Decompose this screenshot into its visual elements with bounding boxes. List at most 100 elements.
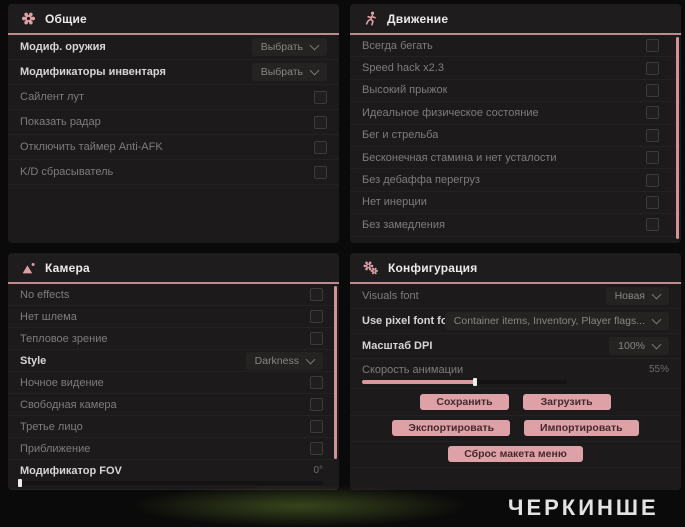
setting-label: Сайлент лут — [20, 91, 84, 103]
panel-config-rows: Visuals font Новая Use pixel font for Conta… — [350, 284, 681, 389]
setting-label: Модификаторы инвентаря — [20, 66, 166, 78]
setting-label: Бесконечная стамина и нет усталости — [362, 151, 557, 164]
checkbox[interactable] — [314, 90, 327, 104]
panel-movement-header: Движение — [350, 4, 681, 35]
action-button[interactable]: Импортировать — [524, 420, 639, 436]
setting-row-dropdown: Style Darkness — [8, 350, 339, 372]
dropdown[interactable]: Container items, Inventory, Player flags… — [444, 312, 669, 330]
setting-row-checkbox: Ночное видение — [8, 372, 339, 394]
dropdown[interactable]: Выбрать — [251, 38, 327, 56]
dropdown[interactable]: Выбрать — [251, 63, 327, 81]
panel-camera-rows: No effects Нет шлема Тепловое зрение Style D… — [8, 284, 339, 490]
runner-icon — [363, 11, 378, 26]
checkbox[interactable] — [646, 195, 659, 209]
chevron-down-icon — [651, 289, 662, 300]
panel-general-header: Общие — [8, 4, 339, 35]
setting-label: Третье лицо — [20, 420, 83, 433]
checkbox[interactable] — [646, 218, 659, 232]
setting-label: Нет инерции — [362, 196, 427, 209]
setting-row-slider: Скорость анимации 55% — [350, 359, 681, 389]
checkbox[interactable] — [310, 310, 323, 323]
checkbox[interactable] — [310, 376, 323, 389]
checkbox[interactable] — [310, 398, 323, 411]
setting-row-checkbox: Приближение — [8, 438, 339, 460]
checkbox[interactable] — [646, 106, 659, 120]
setting-row-checkbox: Нет инерции — [350, 192, 681, 215]
game-background-glow — [130, 485, 470, 527]
chevron-down-icon — [309, 65, 320, 76]
dropdown-value: Новая — [614, 290, 645, 302]
setting-label: Приближение — [20, 442, 91, 455]
setting-label: No effects — [20, 288, 70, 301]
slider-row-top: Скорость анимации 55% — [362, 364, 669, 376]
checkbox[interactable] — [314, 140, 327, 154]
setting-label: Высокий прыжок — [362, 84, 448, 97]
checkbox[interactable] — [314, 165, 327, 179]
dropdown[interactable]: Darkness — [245, 351, 323, 370]
dropdown-value: Выбрать — [260, 66, 303, 78]
chevron-down-icon — [305, 354, 316, 364]
slider-row-top: Модификатор FOV 0° — [20, 465, 323, 477]
action-button[interactable]: Экспортировать — [392, 420, 511, 436]
gears-icon — [363, 260, 379, 276]
setting-row-checkbox: Свободная камера — [8, 394, 339, 416]
scrollbar-thumb[interactable] — [334, 286, 337, 459]
chevron-down-icon — [651, 339, 662, 350]
checkbox[interactable] — [310, 288, 323, 301]
slider[interactable] — [362, 377, 567, 386]
slider-handle[interactable] — [472, 377, 477, 386]
action-button[interactable]: Загрузить — [522, 394, 611, 410]
setting-label: Без дебаффа перегруз — [362, 174, 480, 187]
checkbox[interactable] — [310, 420, 323, 433]
dropdown[interactable]: Новая — [605, 287, 669, 305]
checkbox[interactable] — [314, 115, 327, 129]
slider-value: 55% — [648, 364, 669, 375]
checkbox[interactable] — [310, 332, 323, 345]
dropdown[interactable]: 100% — [609, 337, 669, 355]
dropdown-value: Darkness — [254, 354, 299, 367]
setting-row-checkbox: Сайлент лут — [8, 85, 339, 110]
setting-row-checkbox: Бег и стрельба — [350, 125, 681, 147]
checkbox[interactable] — [646, 83, 659, 97]
panel-title: Конфигурация — [388, 260, 478, 275]
dropdown-value: Container items, Inventory, Player flags… — [453, 315, 645, 327]
setting-row-checkbox: Третье лицо — [8, 416, 339, 438]
chevron-down-icon — [651, 314, 662, 325]
scrollbar-thumb[interactable] — [676, 37, 679, 239]
gear-flower-icon — [21, 11, 36, 26]
setting-row-checkbox: Без замедления — [350, 214, 681, 237]
setting-row-checkbox: Нет шлема — [8, 306, 339, 328]
setting-label: K/D сбрасыватель — [20, 166, 114, 178]
panel-title: Движение — [387, 11, 449, 26]
slider-handle[interactable] — [18, 478, 22, 487]
setting-row-checkbox: Без дебаффа перегруз — [350, 169, 681, 192]
action-button[interactable]: Сброс макета меню — [448, 446, 583, 462]
button-row: Сброс макета меню — [350, 442, 681, 468]
dropdown-value: 100% — [618, 340, 645, 352]
checkbox[interactable] — [646, 39, 659, 53]
panel-config: Конфигурация Visuals font Новая Use pixel … — [350, 253, 681, 490]
setting-row-dropdown: Модификаторы инвентаря Выбрать — [8, 60, 339, 85]
setting-label: Идеальное физическое состояние — [362, 106, 539, 119]
checkbox[interactable] — [310, 442, 323, 455]
slider[interactable] — [18, 478, 323, 487]
setting-row-checkbox: Всегда бегать — [350, 35, 681, 58]
checkbox[interactable] — [646, 173, 659, 187]
setting-label: Модиф. оружия — [20, 41, 106, 53]
button-row: Экспортировать Импортировать — [350, 416, 681, 442]
slider-fill — [362, 379, 475, 384]
setting-row-dropdown: Модиф. оружия Выбрать — [8, 35, 339, 60]
setting-row-checkbox: No effects — [8, 284, 339, 306]
setting-label: Скорость анимации — [362, 363, 464, 376]
panel-config-header: Конфигурация — [350, 253, 681, 284]
panel-camera: Камера No effects Нет шлема Тепловое зрени… — [8, 253, 339, 490]
setting-row-checkbox: K/D сбрасыватель — [8, 160, 339, 185]
setting-label: Visuals font — [362, 290, 419, 302]
checkbox[interactable] — [646, 128, 659, 142]
setting-row-checkbox: Идеальное физическое состояние — [350, 102, 681, 125]
panel-general: Общие Модиф. оружия Выбрать Модификаторы и… — [8, 4, 339, 243]
action-button[interactable]: Сохранить — [420, 394, 509, 410]
checkbox[interactable] — [646, 151, 659, 165]
chevron-down-icon — [309, 40, 320, 51]
checkbox[interactable] — [646, 61, 659, 75]
